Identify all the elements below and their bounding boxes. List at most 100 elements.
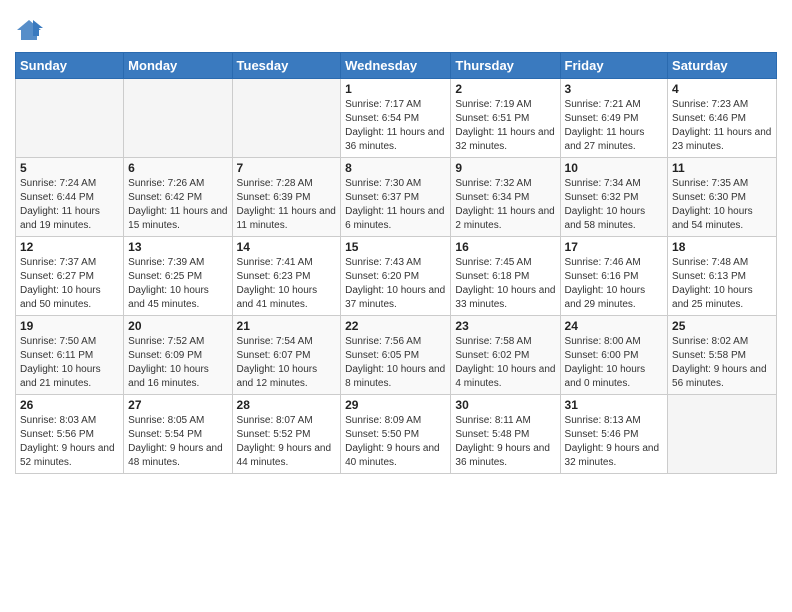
day-number: 8 bbox=[345, 161, 446, 175]
day-cell: 23Sunrise: 7:58 AM Sunset: 6:02 PM Dayli… bbox=[451, 316, 560, 395]
col-header-thursday: Thursday bbox=[451, 53, 560, 79]
day-info: Sunrise: 7:34 AM Sunset: 6:32 PM Dayligh… bbox=[565, 177, 664, 233]
day-number: 11 bbox=[672, 161, 772, 175]
day-number: 28 bbox=[237, 398, 337, 412]
day-cell: 26 Sunrise: 8:03 AM Sunset: 5:56 PM Dayli… bbox=[16, 395, 124, 474]
week-row-5: 26 Sunrise: 8:03 AM Sunset: 5:56 PM Dayli… bbox=[16, 395, 777, 474]
day-cell: 25 Sunrise: 8:02 AM Sunset: 5:58 PM Dayli… bbox=[668, 316, 777, 395]
day-cell bbox=[124, 79, 232, 158]
logo bbox=[15, 14, 47, 44]
day-info: Sunrise: 8:13 AM Sunset: 5:46 PM Dayligh… bbox=[565, 414, 664, 470]
day-info: Sunrise: 8:03 AM Sunset: 5:56 PM Dayligh… bbox=[20, 414, 119, 470]
day-info: Sunrise: 7:28 AM Sunset: 6:39 PM Dayligh… bbox=[237, 177, 337, 233]
day-cell: 8 Sunrise: 7:30 AM Sunset: 6:37 PM Daylig… bbox=[341, 158, 451, 237]
day-info: Sunrise: 8:02 AM Sunset: 5:58 PM Dayligh… bbox=[672, 335, 772, 391]
day-number: 12 bbox=[20, 240, 119, 254]
day-cell: 7Sunrise: 7:28 AM Sunset: 6:39 PM Daylig… bbox=[232, 158, 341, 237]
day-cell: 19Sunrise: 7:50 AM Sunset: 6:11 PM Dayli… bbox=[16, 316, 124, 395]
day-number: 21 bbox=[237, 319, 337, 333]
day-number: 6 bbox=[128, 161, 227, 175]
day-info: Sunrise: 7:48 AM Sunset: 6:13 PM Dayligh… bbox=[672, 256, 772, 312]
day-cell: 21 Sunrise: 7:54 AM Sunset: 6:07 PM Dayli… bbox=[232, 316, 341, 395]
week-row-3: 12 Sunrise: 7:37 AM Sunset: 6:27 PM Dayli… bbox=[16, 237, 777, 316]
day-cell: 14 Sunrise: 7:41 AM Sunset: 6:23 PM Dayli… bbox=[232, 237, 341, 316]
day-cell: 2 Sunrise: 7:19 AM Sunset: 6:51 PM Daylig… bbox=[451, 79, 560, 158]
day-number: 29 bbox=[345, 398, 446, 412]
day-info: Sunrise: 8:07 AM Sunset: 5:52 PM Dayligh… bbox=[237, 414, 337, 470]
day-number: 22 bbox=[345, 319, 446, 333]
day-info: Sunrise: 7:58 AM Sunset: 6:02 PM Dayligh… bbox=[455, 335, 555, 391]
day-info: Sunrise: 7:37 AM Sunset: 6:27 PM Dayligh… bbox=[20, 256, 119, 312]
header bbox=[15, 10, 777, 44]
logo-icon bbox=[15, 16, 43, 44]
day-cell: 31 Sunrise: 8:13 AM Sunset: 5:46 PM Dayli… bbox=[560, 395, 668, 474]
day-info: Sunrise: 7:50 AM Sunset: 6:11 PM Dayligh… bbox=[20, 335, 119, 391]
day-cell: 30 Sunrise: 8:11 AM Sunset: 5:48 PM Dayli… bbox=[451, 395, 560, 474]
day-info: Sunrise: 7:56 AM Sunset: 6:05 PM Dayligh… bbox=[345, 335, 446, 391]
day-info: Sunrise: 8:09 AM Sunset: 5:50 PM Dayligh… bbox=[345, 414, 446, 470]
day-number: 25 bbox=[672, 319, 772, 333]
day-cell: 24Sunrise: 8:00 AM Sunset: 6:00 PM Dayli… bbox=[560, 316, 668, 395]
day-info: Sunrise: 7:19 AM Sunset: 6:51 PM Dayligh… bbox=[455, 98, 555, 154]
day-info: Sunrise: 7:32 AM Sunset: 6:34 PM Dayligh… bbox=[455, 177, 555, 233]
day-number: 31 bbox=[565, 398, 664, 412]
day-cell: 5 Sunrise: 7:24 AM Sunset: 6:44 PM Daylig… bbox=[16, 158, 124, 237]
day-number: 30 bbox=[455, 398, 555, 412]
col-header-friday: Friday bbox=[560, 53, 668, 79]
day-cell: 1 Sunrise: 7:17 AM Sunset: 6:54 PM Daylig… bbox=[341, 79, 451, 158]
week-row-4: 19Sunrise: 7:50 AM Sunset: 6:11 PM Dayli… bbox=[16, 316, 777, 395]
day-info: Sunrise: 7:30 AM Sunset: 6:37 PM Dayligh… bbox=[345, 177, 446, 233]
day-cell: 20Sunrise: 7:52 AM Sunset: 6:09 PM Dayli… bbox=[124, 316, 232, 395]
day-cell: 10 Sunrise: 7:34 AM Sunset: 6:32 PM Dayli… bbox=[560, 158, 668, 237]
day-info: Sunrise: 8:05 AM Sunset: 5:54 PM Dayligh… bbox=[128, 414, 227, 470]
day-cell: 3Sunrise: 7:21 AM Sunset: 6:49 PM Daylig… bbox=[560, 79, 668, 158]
day-info: Sunrise: 8:11 AM Sunset: 5:48 PM Dayligh… bbox=[455, 414, 555, 470]
day-number: 26 bbox=[20, 398, 119, 412]
day-number: 4 bbox=[672, 82, 772, 96]
day-cell bbox=[232, 79, 341, 158]
day-info: Sunrise: 7:26 AM Sunset: 6:42 PM Dayligh… bbox=[128, 177, 227, 233]
day-number: 13 bbox=[128, 240, 227, 254]
day-number: 1 bbox=[345, 82, 446, 96]
week-row-2: 5 Sunrise: 7:24 AM Sunset: 6:44 PM Daylig… bbox=[16, 158, 777, 237]
day-info: Sunrise: 7:45 AM Sunset: 6:18 PM Dayligh… bbox=[455, 256, 555, 312]
day-info: Sunrise: 7:23 AM Sunset: 6:46 PM Dayligh… bbox=[672, 98, 772, 154]
calendar-table: SundayMondayTuesdayWednesdayThursdayFrid… bbox=[15, 52, 777, 474]
week-row-1: 1 Sunrise: 7:17 AM Sunset: 6:54 PM Daylig… bbox=[16, 79, 777, 158]
day-number: 9 bbox=[455, 161, 555, 175]
col-header-monday: Monday bbox=[124, 53, 232, 79]
day-number: 27 bbox=[128, 398, 227, 412]
day-cell: 12 Sunrise: 7:37 AM Sunset: 6:27 PM Dayli… bbox=[16, 237, 124, 316]
day-cell: 27 Sunrise: 8:05 AM Sunset: 5:54 PM Dayli… bbox=[124, 395, 232, 474]
day-number: 18 bbox=[672, 240, 772, 254]
day-cell bbox=[16, 79, 124, 158]
day-cell: 13 Sunrise: 7:39 AM Sunset: 6:25 PM Dayli… bbox=[124, 237, 232, 316]
day-info: Sunrise: 7:39 AM Sunset: 6:25 PM Dayligh… bbox=[128, 256, 227, 312]
day-number: 20 bbox=[128, 319, 227, 333]
day-info: Sunrise: 7:54 AM Sunset: 6:07 PM Dayligh… bbox=[237, 335, 337, 391]
day-cell: 15Sunrise: 7:43 AM Sunset: 6:20 PM Dayli… bbox=[341, 237, 451, 316]
day-number: 24 bbox=[565, 319, 664, 333]
day-number: 14 bbox=[237, 240, 337, 254]
day-number: 2 bbox=[455, 82, 555, 96]
day-cell: 29 Sunrise: 8:09 AM Sunset: 5:50 PM Dayli… bbox=[341, 395, 451, 474]
col-header-sunday: Sunday bbox=[16, 53, 124, 79]
day-cell: 4 Sunrise: 7:23 AM Sunset: 6:46 PM Daylig… bbox=[668, 79, 777, 158]
day-info: Sunrise: 7:17 AM Sunset: 6:54 PM Dayligh… bbox=[345, 98, 446, 154]
day-cell: 16 Sunrise: 7:45 AM Sunset: 6:18 PM Dayli… bbox=[451, 237, 560, 316]
day-cell: 11Sunrise: 7:35 AM Sunset: 6:30 PM Dayli… bbox=[668, 158, 777, 237]
day-cell: 22 Sunrise: 7:56 AM Sunset: 6:05 PM Dayli… bbox=[341, 316, 451, 395]
col-header-saturday: Saturday bbox=[668, 53, 777, 79]
calendar-page: SundayMondayTuesdayWednesdayThursdayFrid… bbox=[0, 0, 792, 612]
day-cell: 6 Sunrise: 7:26 AM Sunset: 6:42 PM Daylig… bbox=[124, 158, 232, 237]
col-header-tuesday: Tuesday bbox=[232, 53, 341, 79]
day-info: Sunrise: 7:24 AM Sunset: 6:44 PM Dayligh… bbox=[20, 177, 119, 233]
day-cell bbox=[668, 395, 777, 474]
day-number: 16 bbox=[455, 240, 555, 254]
day-number: 10 bbox=[565, 161, 664, 175]
day-number: 17 bbox=[565, 240, 664, 254]
day-info: Sunrise: 7:41 AM Sunset: 6:23 PM Dayligh… bbox=[237, 256, 337, 312]
day-number: 15 bbox=[345, 240, 446, 254]
day-cell: 28 Sunrise: 8:07 AM Sunset: 5:52 PM Dayli… bbox=[232, 395, 341, 474]
day-number: 5 bbox=[20, 161, 119, 175]
